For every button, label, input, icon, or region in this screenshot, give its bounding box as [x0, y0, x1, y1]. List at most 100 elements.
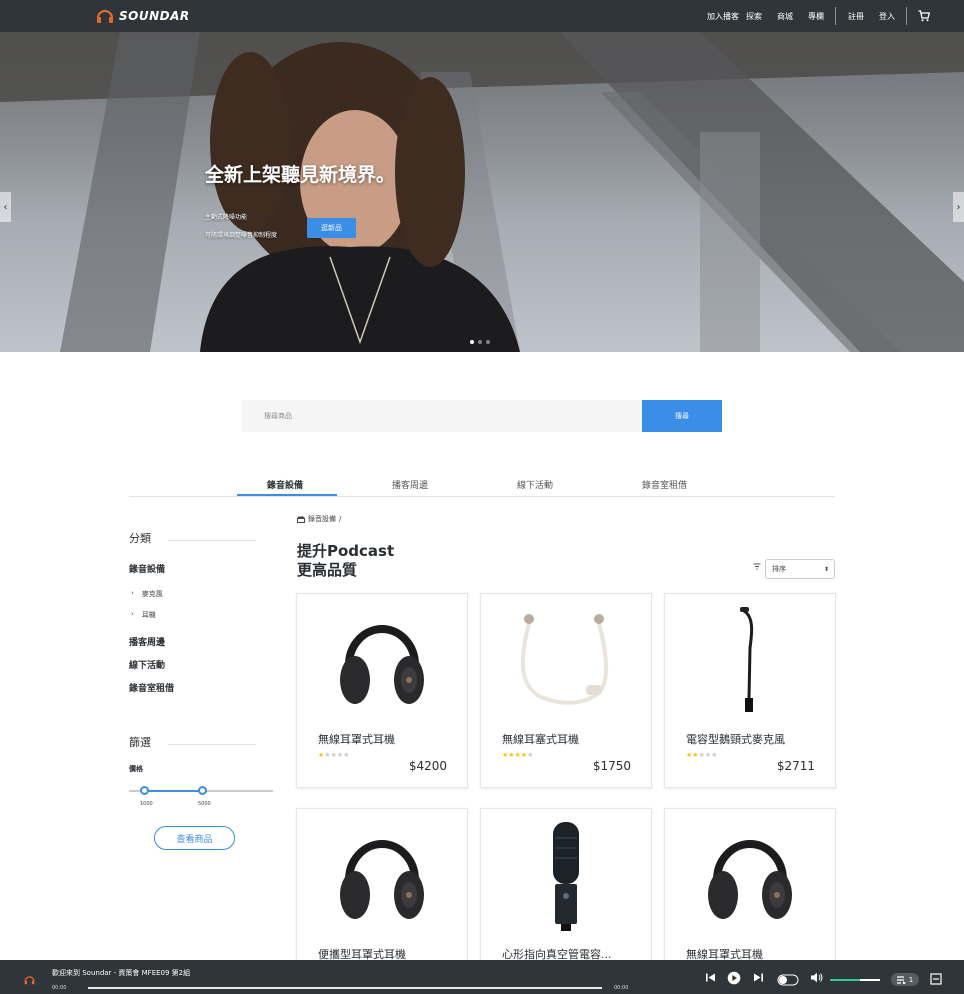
select-arrows-icon: ⬍: [823, 565, 829, 573]
product-card[interactable]: 無線耳罩式耳機 ★★★★★ $4200: [296, 593, 468, 788]
brand-name: SOUNDAR: [119, 9, 190, 23]
sidebar-category-offline-events[interactable]: 線下活動: [129, 658, 165, 671]
price-slider-min-handle[interactable]: [140, 786, 149, 795]
breadcrumb-item[interactable]: 錄音設備: [308, 514, 336, 524]
product-search-input[interactable]: [242, 400, 642, 432]
price-label: 價格: [129, 765, 143, 773]
page-title: 提升Podcast 更高品質: [297, 542, 394, 580]
volume-icon[interactable]: [810, 972, 823, 983]
carousel-dot[interactable]: [478, 340, 482, 344]
top-nav: SOUNDAR 加入播客 探索 商城 專欄 註冊 登入: [0, 0, 964, 32]
sidebar-subcategory-headphone[interactable]: › 耳機: [131, 610, 156, 620]
nav-link-register[interactable]: 註冊: [848, 11, 864, 22]
view-products-button[interactable]: 查看商品: [154, 826, 235, 850]
product-price: $4200: [408, 759, 447, 773]
chevron-left-icon: ‹: [3, 201, 8, 213]
sidebar-subcategory-microphone[interactable]: › 麥克風: [131, 589, 163, 599]
hero-carousel[interactable]: ‹ ›: [0, 32, 964, 352]
product-card[interactable]: 無線耳塞式耳機 ★★★★★ $1750: [480, 593, 652, 788]
price-slider-max-handle[interactable]: [198, 786, 207, 795]
product-image[interactable]: [297, 817, 467, 933]
page-title-line1: 提升Podcast: [297, 542, 395, 560]
price-min-value: 1000: [140, 801, 153, 807]
price-max-value: 5000: [198, 801, 211, 807]
repeat-toggle-icon[interactable]: [777, 974, 799, 986]
product-rating: ★★★★★: [318, 751, 349, 759]
product-rating: ★★★★★: [686, 751, 717, 759]
headphone-logo-icon: [96, 9, 114, 23]
product-image[interactable]: [481, 602, 651, 718]
tab-recording-equipment[interactable]: 錄音設備: [267, 478, 303, 491]
queue-count: 1: [908, 975, 914, 984]
carousel-next-button[interactable]: ›: [953, 192, 964, 222]
now-playing-title: 歡迎來到 Soundar - 資策會 MFEE09 第2組: [52, 969, 191, 977]
carousel-indicators: [470, 340, 490, 344]
sidebar-subcategory-label: 耳機: [141, 611, 156, 619]
page-title-line2: 更高品質: [297, 561, 358, 579]
breadcrumb-separator: /: [339, 515, 342, 523]
current-time: 00:00: [52, 985, 67, 991]
heading-divider: [168, 540, 256, 541]
minimize-player-icon[interactable]: [930, 973, 942, 985]
hero-subtitle-line1: 主動式降噪功能: [205, 214, 248, 221]
shop-icon: [297, 516, 305, 523]
product-name[interactable]: 無線耳塞式耳機: [502, 731, 642, 747]
product-image[interactable]: [665, 602, 835, 718]
price-slider-range: [145, 790, 202, 792]
carousel-dot[interactable]: [486, 340, 490, 344]
nav-link-shop[interactable]: 商城: [777, 11, 793, 22]
next-track-icon[interactable]: [753, 972, 764, 983]
sort-select[interactable]: 排序 ⬍: [765, 559, 835, 579]
hero-background-image: [0, 32, 964, 352]
total-time: 00:00: [614, 985, 629, 991]
category-tabs: 錄音設備 播客周邊 線下活動 錄音室租借: [129, 470, 835, 497]
nav-link-login[interactable]: 登入: [879, 11, 895, 22]
chevron-right-icon: ›: [131, 610, 134, 618]
previous-track-icon[interactable]: [705, 972, 716, 983]
volume-level: [830, 979, 860, 981]
sidebar-category-studio-rental[interactable]: 錄音室租借: [129, 681, 174, 694]
chevron-right-icon: ›: [131, 589, 134, 597]
sidebar-category-recording[interactable]: 錄音設備: [129, 562, 165, 575]
chevron-right-icon: ›: [956, 201, 961, 213]
play-icon[interactable]: [727, 971, 741, 985]
carousel-dot[interactable]: [470, 340, 474, 344]
sort-select-value: 排序: [772, 565, 786, 573]
product-name[interactable]: 無線耳罩式耳機: [318, 731, 458, 747]
brand-logo[interactable]: SOUNDAR: [96, 8, 190, 24]
product-rating: ★★★★★: [502, 751, 533, 759]
nav-link-explore[interactable]: 探索: [746, 11, 762, 22]
product-card[interactable]: 電容型鵝頸式麥克風 ★★★★★ $2711: [664, 593, 836, 788]
star-icon: ★: [527, 751, 534, 759]
tab-studio-rental[interactable]: 錄音室租借: [642, 478, 687, 491]
product-name[interactable]: 電容型鵝頸式麥克風: [686, 731, 826, 747]
product-image[interactable]: [297, 602, 467, 718]
sidebar-category-podcast-merch[interactable]: 播客周邊: [129, 635, 165, 648]
new-arrivals-button[interactable]: 逛新品: [307, 218, 356, 238]
heading-divider: [168, 744, 256, 745]
filter-heading: 篩選: [129, 736, 151, 749]
sidebar-subcategory-label: 麥克風: [141, 590, 163, 598]
product-image[interactable]: [481, 817, 651, 933]
playlist-icon: [896, 975, 906, 984]
search-button[interactable]: 搜尋: [642, 400, 722, 432]
category-heading: 分類: [129, 532, 151, 545]
tab-offline-events[interactable]: 線下活動: [517, 478, 553, 491]
cart-icon[interactable]: [918, 10, 930, 22]
nav-divider: [906, 7, 907, 25]
product-image[interactable]: [665, 817, 835, 933]
carousel-prev-button[interactable]: ‹: [0, 192, 11, 222]
tab-podcast-merch[interactable]: 播客周邊: [392, 478, 428, 491]
playlist-queue-button[interactable]: 1: [891, 973, 919, 986]
hero-title: 全新上架聽見新境界。: [205, 164, 396, 186]
filter-icon: [753, 563, 761, 570]
star-icon: ★: [343, 751, 350, 759]
hero-subtitle-line2: 可隨環境調整噪音抑制程度: [205, 232, 278, 239]
product-price: $1750: [592, 759, 631, 773]
active-tab-indicator: [237, 494, 337, 496]
nav-link-join-podcast[interactable]: 加入播客: [707, 11, 739, 22]
nav-link-column[interactable]: 專欄: [808, 11, 824, 22]
playback-progress-bar[interactable]: [88, 987, 602, 989]
breadcrumb: 錄音設備 /: [297, 514, 341, 524]
product-price: $2711: [776, 759, 815, 773]
